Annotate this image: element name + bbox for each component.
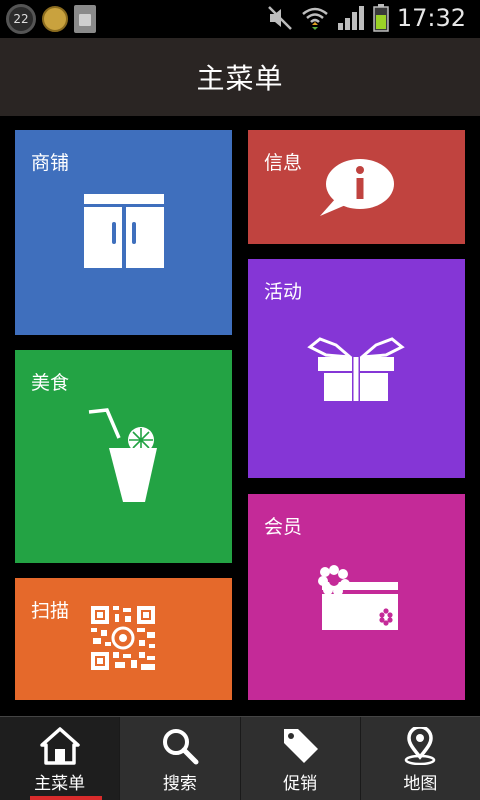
tile-member[interactable]: 会员 [248,494,465,700]
tile-info[interactable]: 信息 [248,130,465,244]
nav-item-map[interactable]: 地图 [361,717,480,800]
nav-item-search-label: 搜索 [162,774,197,794]
tile-event-label: 活动 [264,281,303,303]
tile-food[interactable]: 美食 [15,350,232,563]
tile-event[interactable]: 活动 [248,259,465,478]
drink-icon [88,408,157,502]
tile-scan[interactable]: 扫描 [15,578,232,700]
nav-item-map-label: 地图 [403,774,438,794]
status-bar-notifications: 22 [6,4,96,34]
title-bar: 主菜单 [0,38,480,116]
tile-member-label: 会员 [264,516,303,538]
clock: 17:32 [396,4,466,32]
status-bar-system: 17:32 [267,4,466,32]
notification-count: 22 [13,12,29,26]
tile-info-label: 信息 [264,152,303,174]
map-pin-icon [405,727,436,765]
sim-card-icon [74,5,96,33]
nav-item-search[interactable]: 搜索 [120,717,241,800]
status-bar: 22 17:32 [0,0,480,38]
tile-shop[interactable]: 商铺 [15,130,232,335]
member-card-icon [318,565,398,630]
nav-item-main-menu-label: 主菜单 [34,774,86,794]
qr-code-icon [91,606,155,670]
page-title: 主菜单 [196,62,284,95]
notification-count-icon: 22 [6,4,36,34]
search-icon [162,729,199,765]
nav-item-promotions[interactable]: 促销 [241,717,361,800]
tile-scan-label: 扫描 [31,600,70,622]
tile-food-label: 美食 [31,372,70,394]
nav-item-promotions-label: 促销 [283,774,318,794]
gift-icon [307,337,405,401]
wifi-icon [302,7,328,30]
battery-icon [373,4,389,32]
tag-icon [284,729,319,763]
info-bubble-icon [320,159,394,216]
coin-icon [42,6,68,32]
mute-icon [267,6,292,30]
cabinet-icon [84,194,164,268]
active-tab-indicator [30,796,102,800]
home-icon [39,727,80,765]
tile-shop-label: 商铺 [31,152,70,174]
signal-icon [337,6,364,30]
nav-item-main-menu[interactable]: 主菜单 [0,717,121,800]
bottom-navigation: 主菜单 搜索 促销 地图 [0,716,480,800]
